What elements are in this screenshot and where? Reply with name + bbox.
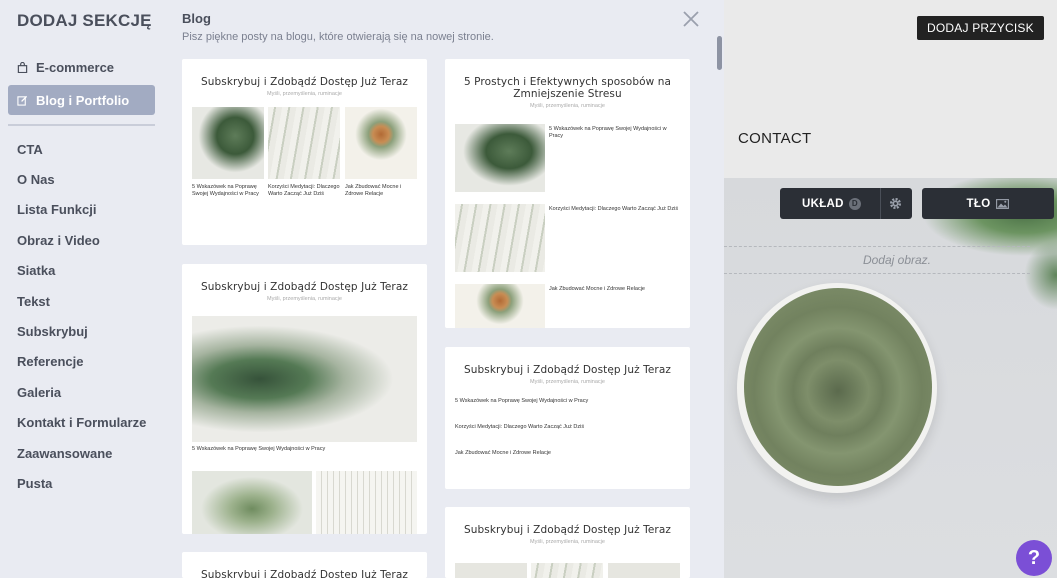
background-button[interactable]: TŁO xyxy=(922,188,1054,219)
post-title: 5 Wskazówek na Poprawę Swojej Wydajności… xyxy=(549,126,667,139)
post-image xyxy=(455,563,527,578)
post-title: Jak Zbudować Mocne i Zdrowe Relacje xyxy=(549,286,645,292)
sidebar-item-referencje[interactable]: Referencje xyxy=(17,354,83,369)
post-image xyxy=(316,471,417,534)
sidebar-divider xyxy=(8,124,155,126)
post-image xyxy=(192,471,312,534)
template-card-3[interactable]: Subskrybuj i Zdobądź Dostęp Już Teraz My… xyxy=(182,264,427,534)
sidebar-category-ecommerce[interactable]: E-commerce xyxy=(8,52,155,82)
background-label: TŁO xyxy=(966,197,991,210)
card-subtitle: Myśli, przemyślenia, ruminacje xyxy=(530,379,605,385)
post-image xyxy=(455,204,545,272)
nav-contact[interactable]: CONTACT xyxy=(738,130,811,147)
clay-image xyxy=(744,288,932,486)
image-icon xyxy=(996,198,1010,209)
template-card-1[interactable]: Subskrybuj i Zdobądź Dostęp Już Teraz My… xyxy=(182,59,427,245)
panel-title: Blog xyxy=(182,11,211,26)
sidebar-category-blog-portfolio[interactable]: Blog i Portfolio xyxy=(8,85,155,115)
post-title: 5 Wskazówek na Poprawę Swojej Wydajności… xyxy=(455,398,589,404)
post-title: Jak Zbudować Mocne i Zdrowe Relacje xyxy=(345,184,402,197)
add-button[interactable]: DODAJ PRZYCISK xyxy=(917,16,1044,40)
post-image xyxy=(608,563,680,578)
edit-icon xyxy=(17,95,28,106)
card-title: 5 Prostych i Efektywnych sposobów na Zmn… xyxy=(463,76,672,100)
section-panel: Blog Pisz piękne posty na blogu, które o… xyxy=(166,0,724,578)
sidebar-item-cta[interactable]: CTA xyxy=(17,142,43,157)
post-title: Korzyści Medytacji: Dlaczego Warto Zaczą… xyxy=(268,184,340,197)
post-title: 5 Wskazówek na Poprawę Swojej Wydajności… xyxy=(192,446,326,452)
post-image xyxy=(455,284,545,328)
sidebar-item-subskrybuj[interactable]: Subskrybuj xyxy=(17,324,88,339)
card-subtitle: Myśli, przemyślenia, ruminacje xyxy=(267,296,342,302)
post-title: Jak Zbudować Mocne i Zdrowe Relacje xyxy=(455,450,551,456)
post-image xyxy=(345,107,417,179)
sidebar-category-label: E-commerce xyxy=(36,59,115,75)
sidebar-item-lista-funkcji[interactable]: Lista Funkcji xyxy=(17,202,96,217)
panel-subtitle: Pisz piękne posty na blogu, które otwier… xyxy=(182,31,494,43)
add-image-placeholder[interactable]: Dodaj obraz. xyxy=(724,246,1030,274)
card-subtitle: Myśli, przemyślenia, ruminacje xyxy=(530,103,605,109)
card-title: Subskrybuj i Zdobądź Dostęp Już Teraz xyxy=(463,524,671,536)
shopping-bag-icon xyxy=(17,61,28,73)
sidebar-item-pusta[interactable]: Pusta xyxy=(17,476,52,491)
template-card-5[interactable]: Subskrybuj i Zdobądź Dostęp Już Teraz My… xyxy=(445,507,690,578)
layout-button[interactable]: UKŁAD D xyxy=(780,188,912,219)
editor-preview: DODAJ PRZYCISK CONTACT Dodaj obraz. UKŁA… xyxy=(724,0,1057,578)
help-button[interactable]: ? xyxy=(1016,540,1052,576)
toolbar-divider xyxy=(880,188,881,219)
template-card-6[interactable]: Subskrybuj i Zdobądź Dostęp Już Teraz xyxy=(182,552,427,578)
post-title: 5 Wskazówek na Poprawę Swojej Wydajności… xyxy=(192,184,259,197)
post-image xyxy=(192,107,264,179)
post-image xyxy=(268,107,340,179)
gear-icon[interactable] xyxy=(888,196,903,211)
card-subtitle: Myśli, przemyślenia, ruminacje xyxy=(530,539,605,545)
panel-scrollbar[interactable] xyxy=(717,36,722,70)
sidebar-item-siatka[interactable]: Siatka xyxy=(17,263,55,278)
sidebar-item-zaawansowane[interactable]: Zaawansowane xyxy=(17,446,112,461)
card-title: Subskrybuj i Zdobądź Dostęp Już Teraz xyxy=(200,569,408,578)
sidebar-item-tekst[interactable]: Tekst xyxy=(17,294,50,309)
template-card-2[interactable]: 5 Prostych i Efektywnych sposobów na Zmn… xyxy=(445,59,690,328)
close-icon[interactable] xyxy=(680,8,702,30)
card-title: Subskrybuj i Zdobądź Dostęp Już Teraz xyxy=(200,281,408,293)
card-title: Subskrybuj i Zdobądź Dostęp Już Teraz xyxy=(200,76,408,88)
post-title: Korzyści Medytacji: Dlaczego Warto Zaczą… xyxy=(455,424,585,430)
sidebar: DODAJ SEKCJĘ E-commerce Blog i Portfolio… xyxy=(0,0,166,578)
sidebar-item-obraz-video[interactable]: Obraz i Video xyxy=(17,233,100,248)
card-subtitle: Myśli, przemyślenia, ruminacje xyxy=(267,91,342,97)
sidebar-item-galeria[interactable]: Galeria xyxy=(17,385,61,400)
post-image xyxy=(455,124,545,192)
post-image xyxy=(192,316,417,442)
post-title: Korzyści Medytacji: Dlaczego Warto Zaczą… xyxy=(549,206,679,212)
sidebar-item-kontakt-formularze[interactable]: Kontakt i Formularze xyxy=(17,415,146,430)
layout-label: UKŁAD xyxy=(802,197,844,210)
sidebar-category-label: Blog i Portfolio xyxy=(36,92,130,108)
post-image xyxy=(531,563,603,578)
template-card-4[interactable]: Subskrybuj i Zdobądź Dostęp Już Teraz My… xyxy=(445,347,690,489)
sidebar-item-o-nas[interactable]: O Nas xyxy=(17,172,55,187)
sidebar-title: DODAJ SEKCJĘ xyxy=(17,11,152,30)
card-title: Subskrybuj i Zdobądź Dostęp Już Teraz xyxy=(463,364,671,376)
layout-badge: D xyxy=(848,197,861,210)
